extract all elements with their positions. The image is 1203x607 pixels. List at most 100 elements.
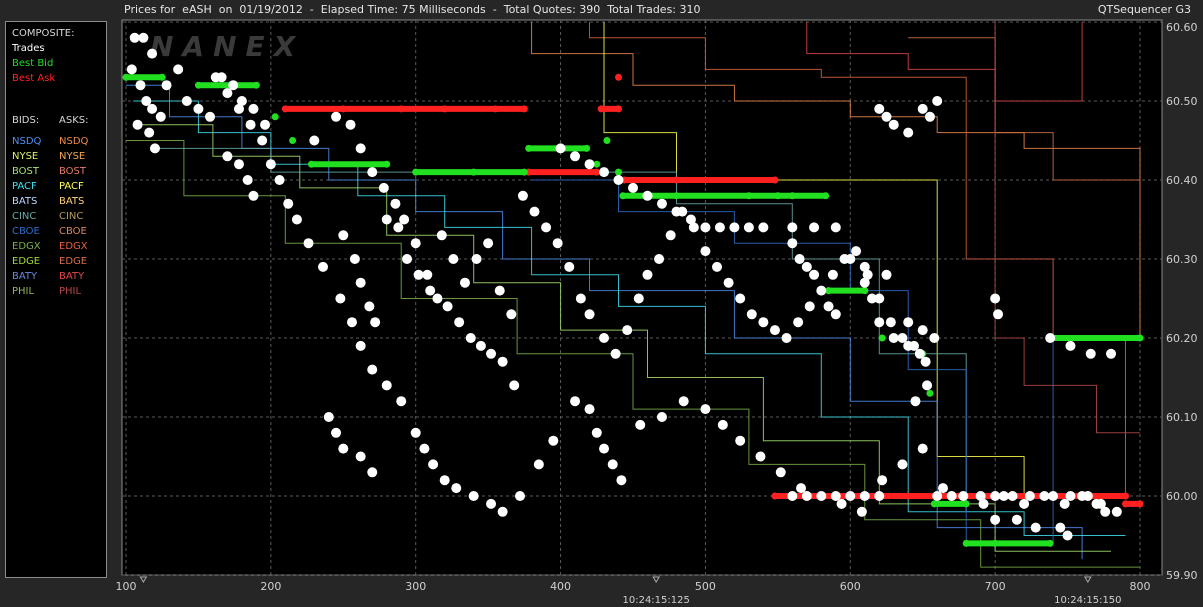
- trade-point: [161, 80, 172, 91]
- trade-point: [410, 427, 421, 438]
- trade-point: [364, 301, 375, 312]
- trade-point: [265, 159, 276, 170]
- x-tick-label: 700: [985, 580, 1006, 593]
- trade-point: [442, 301, 453, 312]
- trade-point: [599, 167, 610, 178]
- trade-point: [132, 119, 143, 130]
- trade-point: [439, 475, 450, 486]
- best-quote-point: [441, 105, 449, 113]
- best-quote-point: [397, 105, 405, 113]
- trade-point: [591, 427, 602, 438]
- best-quote-point: [1122, 500, 1130, 508]
- trade-point: [633, 293, 644, 304]
- trade-point: [793, 317, 804, 328]
- trade-point: [946, 491, 957, 501]
- trade-point: [515, 491, 526, 501]
- y-tick-label: 59.90: [1166, 569, 1198, 582]
- trade-point: [345, 119, 356, 130]
- trade-point: [402, 254, 413, 264]
- trade-point: [584, 404, 595, 415]
- trade-point: [990, 514, 1001, 525]
- best-quote-point: [307, 160, 315, 168]
- trade-point: [367, 167, 378, 178]
- trade-point: [338, 443, 349, 454]
- trade-point: [126, 64, 137, 75]
- trade-point: [823, 301, 834, 312]
- best-quote-point: [861, 287, 869, 295]
- trade-point: [419, 443, 430, 454]
- trade-point: [475, 340, 486, 351]
- trade-point: [917, 103, 928, 114]
- trade-point: [914, 348, 925, 359]
- trade-point: [975, 491, 986, 501]
- best-quote-point: [1136, 334, 1144, 342]
- trade-point: [1024, 491, 1035, 501]
- trade-point: [135, 80, 146, 91]
- best-quote-point: [672, 192, 680, 200]
- time-label: 10:24:15:150: [1054, 595, 1121, 606]
- trade-point: [428, 459, 439, 470]
- trade-point: [881, 111, 892, 122]
- trade-point: [575, 293, 586, 304]
- best-quote-point: [962, 539, 970, 547]
- trade-point: [881, 269, 892, 280]
- best-quote-point: [1136, 500, 1144, 508]
- trade-point: [331, 111, 342, 122]
- trade-point: [712, 261, 723, 272]
- trade-point: [845, 254, 856, 264]
- y-tick-label: 60.20: [1166, 332, 1198, 345]
- trade-point: [723, 277, 734, 288]
- trade-point: [816, 491, 827, 501]
- trade-point: [642, 269, 653, 280]
- trade-point: [599, 333, 610, 343]
- trade-point: [1095, 498, 1106, 509]
- best-quote-point: [271, 113, 279, 121]
- trade-point: [787, 222, 798, 233]
- best-quote-point: [962, 500, 970, 508]
- trade-point: [144, 127, 155, 138]
- trade-point: [735, 293, 746, 304]
- trade-point: [809, 269, 820, 280]
- trade-point: [1055, 522, 1066, 533]
- best-quote-point: [771, 176, 779, 184]
- x-tick-label: 100: [116, 580, 137, 593]
- best-quote-point: [771, 492, 779, 500]
- trade-point: [260, 119, 271, 130]
- y-axis: 60.60 60.50 60.40 60.30 60.20 60.10 60.00 59.90: [1166, 21, 1198, 582]
- trade-point: [888, 333, 899, 343]
- best-quote-point: [926, 389, 934, 397]
- y-tick-label: 60.10: [1166, 411, 1198, 424]
- trade-point: [801, 261, 812, 272]
- y-tick-label: 60.30: [1166, 253, 1198, 266]
- trade-point: [1111, 506, 1122, 517]
- trade-point: [990, 491, 1001, 501]
- best-quote-point: [615, 168, 623, 176]
- trade-point: [381, 214, 392, 225]
- x-tick-label: 200: [260, 580, 281, 593]
- trade-point: [932, 96, 943, 106]
- trade-point: [903, 317, 914, 328]
- y-tick-label: 60.60: [1166, 21, 1198, 34]
- trade-point: [755, 451, 766, 462]
- trade-point: [622, 325, 633, 336]
- trade-point: [355, 143, 366, 154]
- best-quote-point: [991, 539, 999, 547]
- best-quote-point: [122, 73, 130, 81]
- trade-point: [874, 491, 885, 501]
- trade-point: [486, 348, 497, 359]
- trade-point: [729, 222, 740, 233]
- trade-point: [355, 277, 366, 288]
- best-quote-point: [672, 176, 680, 184]
- trade-point: [665, 230, 676, 241]
- trade-point: [958, 491, 969, 501]
- trade-point: [497, 356, 508, 367]
- trade-point: [897, 459, 908, 470]
- trade-point: [654, 254, 665, 264]
- trade-point: [149, 143, 160, 154]
- x-tick-label: 300: [405, 580, 426, 593]
- trade-point: [781, 333, 792, 343]
- trade-point: [436, 230, 447, 241]
- best-quote-point: [383, 160, 391, 168]
- trade-point: [769, 325, 780, 336]
- trade-point: [318, 261, 329, 272]
